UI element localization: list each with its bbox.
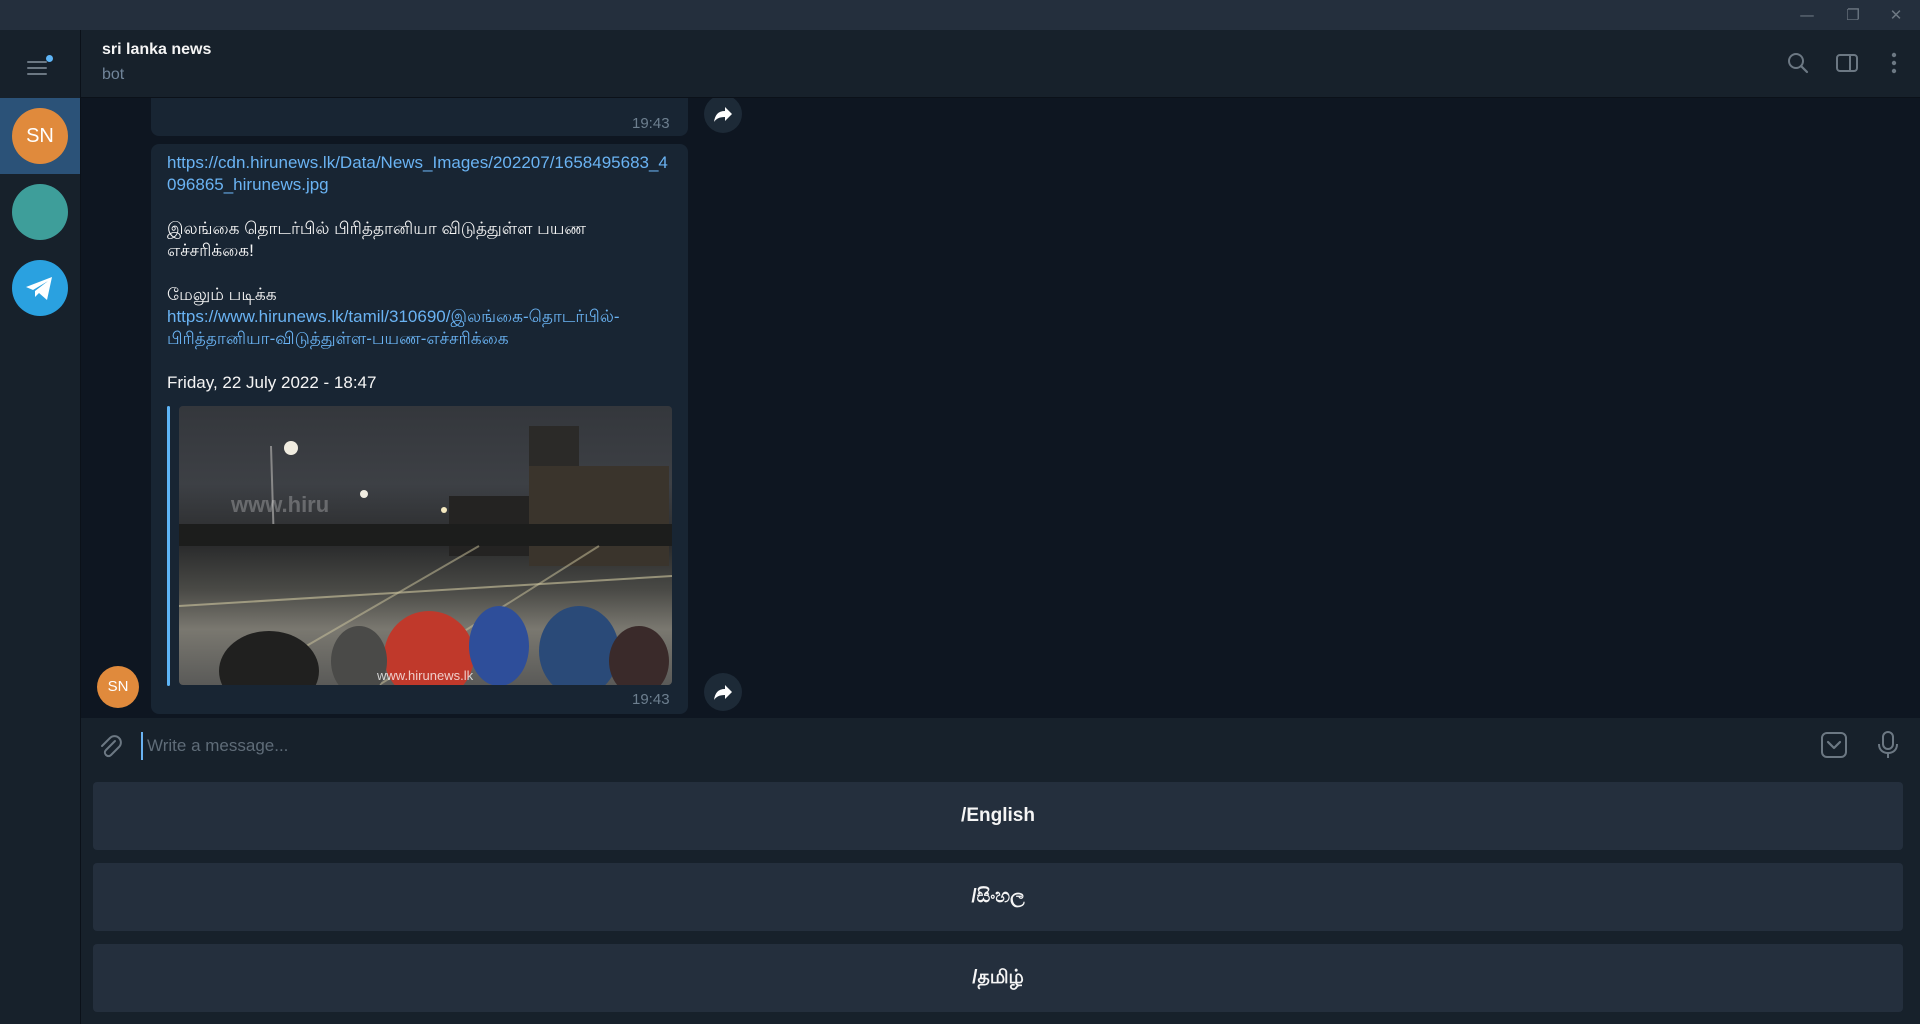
forward-icon[interactable]: [704, 98, 742, 133]
unread-dot: [46, 55, 53, 62]
sidebar-chat-sri-lanka-news[interactable]: SN: [0, 98, 80, 174]
keyboard-button-sinhala[interactable]: /සිංහල: [93, 863, 1903, 931]
article-link[interactable]: https://www.hirunews.lk/tamil/310690/இலங…: [167, 306, 677, 350]
bot-keyboard: /English /සිංහල /தமிழ்: [81, 773, 1920, 1024]
attach-icon[interactable]: [96, 732, 124, 760]
avatar: SN: [12, 108, 68, 164]
news-headline: இலங்கை தொடர்பில் பிரித்தானியா விடுத்துள்…: [167, 219, 587, 260]
chat-sidebar: SN: [0, 30, 81, 1024]
chat-subtitle: bot: [102, 66, 125, 83]
photo-watermark: www.hirunews.lk: [377, 668, 474, 683]
bot-keyboard-icon[interactable]: [1820, 731, 1848, 759]
message-composer: [81, 718, 1920, 773]
menu-icon[interactable]: [24, 55, 54, 79]
message-list[interactable]: 19:43 https://cdn.hirunews.lk/Data/News_…: [81, 98, 1920, 718]
close-button[interactable]: ✕: [1876, 3, 1916, 27]
sidebar-chat-2[interactable]: [0, 174, 80, 250]
forward-icon[interactable]: [704, 673, 742, 711]
sidebar-chat-telegram[interactable]: [0, 250, 80, 326]
keyboard-button-tamil[interactable]: /தமிழ்: [93, 944, 1903, 1012]
keyboard-button-english[interactable]: /English: [93, 782, 1903, 850]
chat-header: sri lanka news bot: [81, 30, 1920, 98]
news-photo[interactable]: www.hiru www.hirunews.lk: [179, 406, 672, 685]
message-input[interactable]: [141, 732, 1749, 760]
message-bubble[interactable]: 19:43: [151, 98, 688, 136]
message-time: 19:43: [632, 691, 670, 708]
more-options-icon[interactable]: [1881, 50, 1907, 76]
news-date: Friday, 22 July 2022 - 18:47: [167, 373, 377, 392]
chat-title[interactable]: sri lanka news: [102, 41, 211, 59]
minimize-button[interactable]: —: [1787, 3, 1827, 27]
preview-accent-bar: [167, 406, 170, 686]
restore-button[interactable]: ❐: [1833, 3, 1873, 27]
telegram-icon: [12, 260, 68, 316]
microphone-icon[interactable]: [1874, 730, 1902, 760]
search-icon[interactable]: [1785, 50, 1811, 76]
window-titlebar: — ❐ ✕: [0, 0, 1920, 30]
image-link[interactable]: https://cdn.hirunews.lk/Data/News_Images…: [167, 152, 677, 196]
sidebar-toggle-icon[interactable]: [1834, 50, 1860, 76]
read-more-label: மேலும் படிக்க: [167, 285, 277, 304]
sender-avatar[interactable]: SN: [97, 666, 139, 708]
photo-watermark: www.hiru: [231, 492, 330, 517]
avatar: [12, 184, 68, 240]
message-bubble[interactable]: https://cdn.hirunews.lk/Data/News_Images…: [151, 144, 688, 714]
message-time: 19:43: [632, 115, 670, 132]
